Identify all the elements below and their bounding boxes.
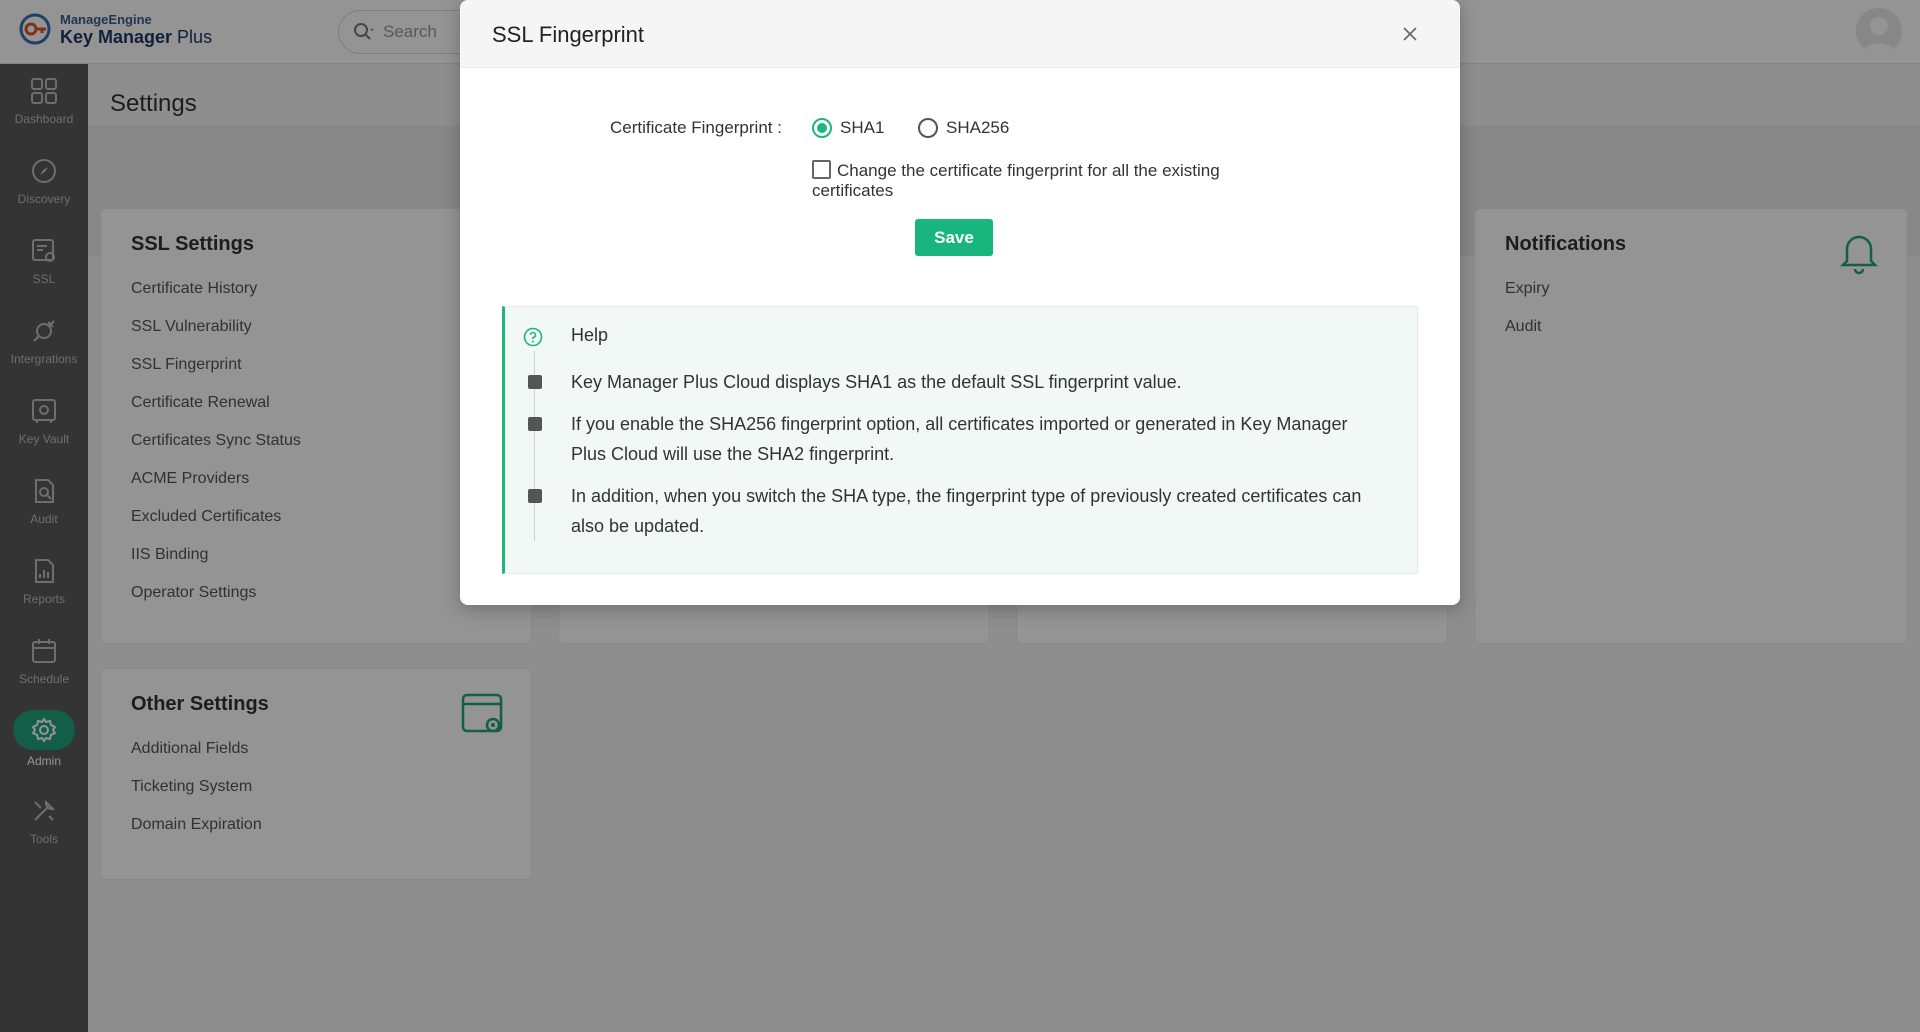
help-item: In addition, when you switch the SHA typ…	[571, 486, 1362, 536]
radio-circle[interactable]	[918, 118, 938, 138]
fingerprint-field-row: Certificate Fingerprint : SHA1 SHA256	[460, 116, 1460, 146]
help-title: Help	[571, 325, 609, 345]
dialog-title: SSL Fingerprint	[492, 22, 645, 47]
radio-sha1[interactable]: SHA1	[812, 118, 884, 138]
dialog-header: SSL Fingerprint	[460, 0, 1460, 68]
question-icon	[523, 327, 543, 347]
radio-label: SHA256	[946, 118, 1010, 137]
radio-sha256[interactable]: SHA256	[918, 118, 1009, 138]
checkbox-label: Change the certificate fingerprint for a…	[812, 161, 1220, 200]
update-existing-checkbox[interactable]	[812, 160, 831, 179]
help-bullet	[528, 489, 542, 503]
help-item: Key Manager Plus Cloud displays SHA1 as …	[571, 372, 1182, 392]
certificate-fingerprint-label: Certificate Fingerprint :	[610, 118, 782, 137]
help-bullet	[528, 417, 542, 431]
ssl-fingerprint-dialog: SSL Fingerprint Certificate Fingerprint …	[460, 0, 1460, 605]
update-existing-row: Change the certificate fingerprint for a…	[812, 160, 1292, 201]
close-icon[interactable]	[1400, 24, 1420, 44]
help-panel: Help Key Manager Plus Cloud displays SHA…	[502, 306, 1418, 574]
save-button[interactable]: Save	[915, 219, 993, 256]
help-item: If you enable the SHA256 fingerprint opt…	[571, 414, 1348, 464]
radio-label: SHA1	[840, 118, 885, 137]
radio-circle-checked[interactable]	[812, 118, 832, 138]
help-bullet	[528, 375, 542, 389]
